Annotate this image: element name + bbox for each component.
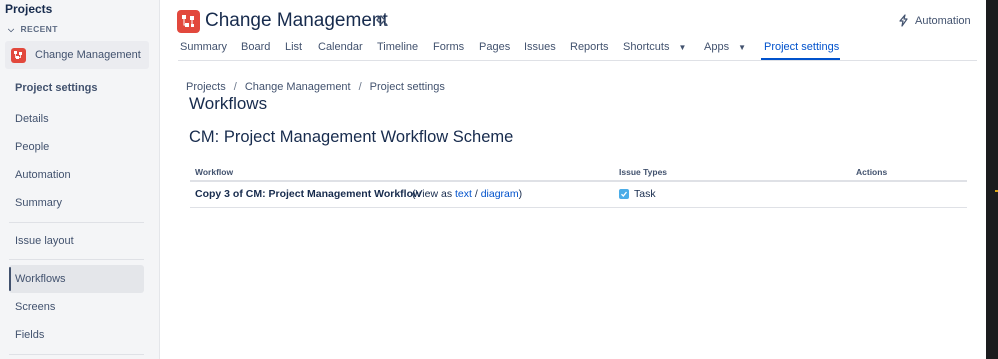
sidebar-divider — [9, 259, 144, 260]
workflow-scheme-title: CM: Project Management Workflow Scheme — [189, 128, 514, 146]
recent-toggle[interactable]: ⌵ RECENT — [8, 24, 58, 35]
sidebar-project-name: Change Management — [35, 49, 141, 61]
column-header-workflow: Workflow — [195, 167, 234, 177]
tab-pages[interactable]: Pages — [479, 41, 510, 53]
sidebar-item-automation[interactable]: Automation — [9, 161, 144, 189]
view-as-suffix: ) — [518, 188, 523, 200]
breadcrumb: Projects / Change Management / Project setti… — [186, 81, 445, 93]
page-title: Workflows — [189, 94, 268, 113]
tab-timeline[interactable]: Timeline — [377, 41, 418, 53]
issue-type-task: Task — [619, 188, 656, 200]
breadcrumb-projects[interactable]: Projects — [186, 81, 226, 93]
task-checkbox-icon — [619, 189, 629, 199]
tab-apps-label: Apps — [704, 41, 730, 53]
sidebar-item-details[interactable]: Details — [9, 105, 144, 133]
sidebar-divider — [9, 222, 144, 223]
chevron-down-icon: ⌵ — [8, 25, 15, 34]
table-row-divider — [190, 207, 967, 208]
table-header-divider — [190, 180, 967, 182]
project-avatar-icon — [11, 47, 26, 63]
workflow-view-links: (View as text / diagram) — [412, 188, 522, 200]
paint-bucket-icon[interactable] — [374, 14, 388, 28]
tab-shortcuts[interactable]: Shortcuts ▼ — [623, 41, 686, 53]
sidebar-item-screens[interactable]: Screens — [9, 293, 144, 321]
tab-summary[interactable]: Summary — [180, 41, 227, 53]
automation-button[interactable]: Automation — [898, 14, 971, 27]
tabs-divider — [178, 60, 977, 61]
tab-list[interactable]: List — [285, 41, 302, 53]
chevron-down-icon: ▼ — [678, 43, 687, 52]
breadcrumb-separator: / — [358, 81, 362, 93]
column-header-issue-types: Issue Types — [619, 167, 668, 177]
lightning-bolt-icon — [899, 14, 908, 27]
tab-apps[interactable]: Apps ▼ — [704, 41, 746, 53]
sidebar-section-title: Project settings — [15, 82, 98, 94]
recent-label: RECENT — [20, 24, 58, 34]
tab-shortcuts-label: Shortcuts — [623, 41, 670, 53]
tab-forms[interactable]: Forms — [433, 41, 464, 53]
window-edge — [986, 0, 998, 359]
tab-reports[interactable]: Reports — [570, 41, 609, 53]
column-header-actions: Actions — [856, 167, 888, 177]
tab-issues[interactable]: Issues — [524, 41, 556, 53]
tab-project-settings[interactable]: Project settings — [764, 41, 839, 53]
workflow-name: Copy 3 of CM: Project Management Workflo… — [195, 188, 422, 200]
view-as-diagram-link[interactable]: diagram — [481, 188, 519, 200]
project-avatar-icon — [177, 10, 200, 33]
sidebar: Projects ⌵ RECENT Change Management Proje… — [0, 0, 160, 359]
chevron-down-icon: ▼ — [738, 43, 746, 52]
project-title: Change Management — [205, 10, 388, 31]
sidebar-project-change-management[interactable]: Change Management — [5, 41, 149, 69]
tab-board[interactable]: Board — [241, 41, 270, 53]
view-as-separator: / — [474, 188, 478, 200]
issue-type-label: Task — [634, 188, 656, 200]
automation-label: Automation — [915, 14, 971, 27]
sidebar-item-workflows[interactable]: Workflows — [9, 265, 144, 293]
sidebar-title[interactable]: Projects — [5, 2, 52, 16]
breadcrumb-project-settings[interactable]: Project settings — [370, 81, 445, 93]
breadcrumb-separator: / — [233, 81, 237, 93]
breadcrumb-change-management[interactable]: Change Management — [245, 81, 351, 93]
sidebar-item-issue-layout[interactable]: Issue layout — [9, 227, 144, 255]
sidebar-item-fields[interactable]: Fields — [9, 321, 144, 349]
sidebar-item-summary[interactable]: Summary — [9, 189, 144, 217]
sidebar-divider — [9, 354, 144, 355]
view-as-prefix: (View as — [412, 188, 453, 200]
tab-calendar[interactable]: Calendar — [318, 41, 363, 53]
sidebar-item-people[interactable]: People — [9, 133, 144, 161]
view-as-text-link[interactable]: text — [455, 188, 472, 200]
